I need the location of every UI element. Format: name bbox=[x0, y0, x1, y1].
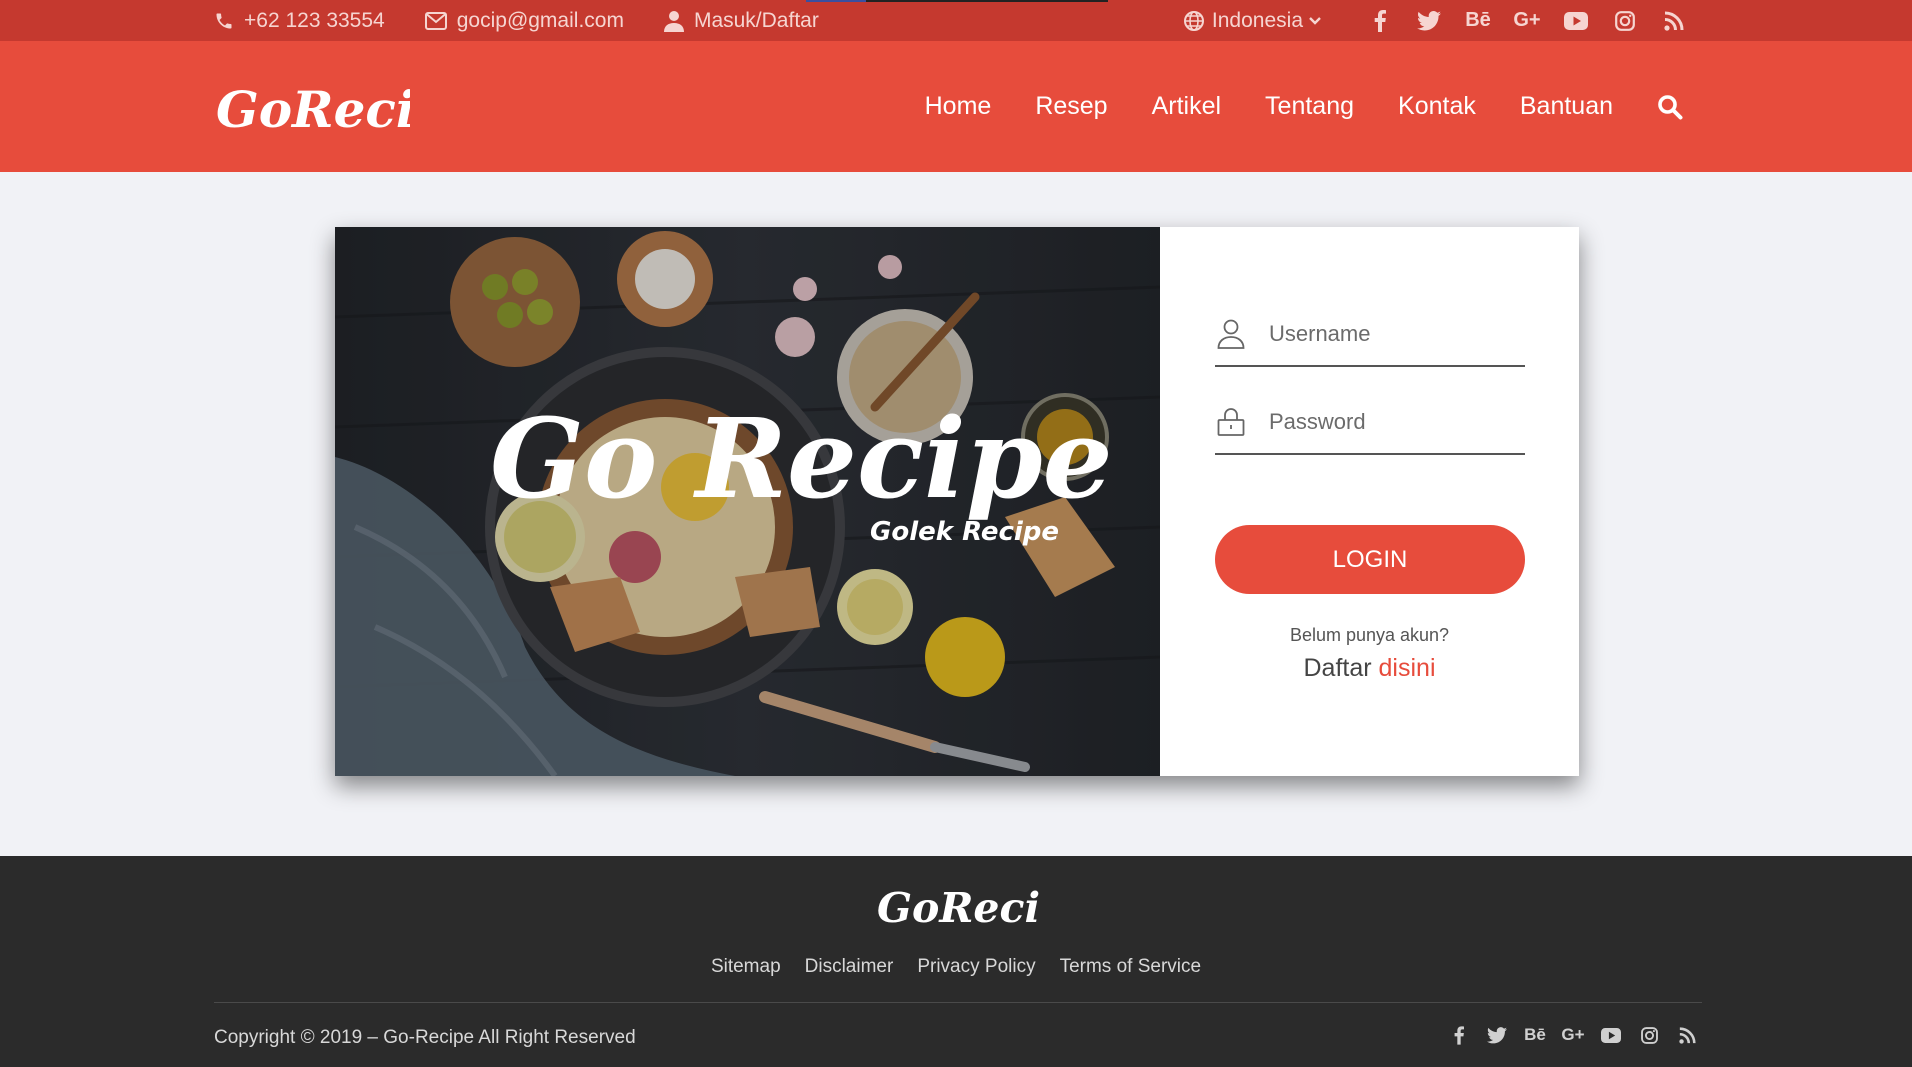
password-field bbox=[1215, 391, 1525, 455]
footer-link-disclaimer[interactable]: Disclaimer bbox=[805, 956, 894, 978]
main-navbar: GoRecipe Home Resep Artikel Tentang Kont… bbox=[0, 41, 1912, 172]
language-label: Indonesia bbox=[1211, 8, 1303, 32]
email-address: gocip@gmail.com bbox=[456, 8, 624, 32]
register-prefix: Daftar bbox=[1303, 654, 1372, 682]
footer-link-terms[interactable]: Terms of Service bbox=[1060, 956, 1201, 978]
phone-number: +62 123 33554 bbox=[244, 8, 385, 32]
password-input[interactable] bbox=[1269, 409, 1509, 435]
username-field bbox=[1215, 303, 1525, 367]
login-form: LOGIN Belum punya akun? Daftar disini bbox=[1160, 227, 1579, 776]
footer-social-links: Bē G+ bbox=[1432, 1024, 1698, 1046]
nav-tentang[interactable]: Tentang bbox=[1265, 92, 1354, 121]
footer-logo[interactable]: GoRecipe bbox=[876, 878, 1041, 934]
behance-icon[interactable]: Bē bbox=[1524, 1024, 1546, 1046]
logo-text: GoRecipe bbox=[216, 80, 410, 139]
social-links: Bē G+ bbox=[1343, 9, 1686, 33]
copyright: Copyright © 2019 – Go-Recipe All Right R… bbox=[214, 1027, 636, 1048]
youtube-icon[interactable] bbox=[1600, 1024, 1622, 1046]
phone-link[interactable]: +62 123 33554 bbox=[214, 9, 385, 33]
account-link[interactable]: Masuk/Daftar bbox=[663, 8, 819, 33]
chevron-down-icon bbox=[1309, 16, 1321, 25]
no-account-text: Belum punya akun? bbox=[1289, 625, 1450, 645]
instagram-icon[interactable] bbox=[1613, 9, 1637, 33]
globe-icon bbox=[1183, 10, 1204, 31]
google-plus-icon[interactable]: G+ bbox=[1513, 9, 1540, 33]
footer: GoRecipe Sitemap Disclaimer Privacy Poli… bbox=[0, 856, 1912, 1067]
instagram-icon[interactable] bbox=[1638, 1024, 1660, 1046]
food-photo: Go Recipe Golek Recipe bbox=[335, 227, 1160, 776]
facebook-icon[interactable] bbox=[1368, 9, 1392, 33]
email-link[interactable]: gocip@gmail.com bbox=[424, 8, 624, 33]
google-plus-icon[interactable]: G+ bbox=[1561, 1024, 1584, 1046]
footer-link-privacy[interactable]: Privacy Policy bbox=[917, 956, 1035, 978]
login-button[interactable]: LOGIN bbox=[1215, 525, 1525, 594]
top-bar: +62 123 33554 gocip@gmail.com Masuk/Daft… bbox=[0, 0, 1912, 41]
footer-logo-text: GoRecipe bbox=[877, 884, 1041, 932]
rss-icon[interactable] bbox=[1662, 9, 1686, 33]
rss-icon[interactable] bbox=[1676, 1024, 1698, 1046]
hero-image: Go Recipe Golek Recipe bbox=[335, 227, 1160, 776]
hero-title: Go Recipe bbox=[490, 394, 1113, 523]
topbar-right: Indonesia Bē G+ bbox=[1183, 0, 1686, 41]
twitter-icon[interactable] bbox=[1486, 1024, 1508, 1046]
behance-icon[interactable]: Bē bbox=[1465, 9, 1491, 33]
user-outline-icon bbox=[1217, 319, 1245, 349]
register-line: Daftar disini bbox=[1160, 654, 1579, 683]
footer-divider bbox=[214, 1002, 1702, 1003]
account-label: Masuk/Daftar bbox=[693, 8, 819, 32]
lock-icon bbox=[1217, 408, 1245, 436]
language-selector[interactable]: Indonesia bbox=[1183, 8, 1321, 33]
username-input[interactable] bbox=[1269, 321, 1509, 347]
nav-kontak[interactable]: Kontak bbox=[1398, 92, 1476, 121]
hero-subtitle: Golek Recipe bbox=[870, 517, 1059, 547]
nav-resep[interactable]: Resep bbox=[1035, 92, 1107, 121]
nav-bantuan[interactable]: Bantuan bbox=[1520, 92, 1613, 121]
search-icon[interactable] bbox=[1657, 94, 1683, 120]
user-icon bbox=[663, 10, 684, 32]
login-card: Go Recipe Golek Recipe LOGIN Belum punya… bbox=[335, 227, 1579, 776]
contact-info: +62 123 33554 gocip@gmail.com Masuk/Daft… bbox=[214, 0, 859, 41]
register-link[interactable]: disini bbox=[1379, 654, 1436, 682]
facebook-icon[interactable] bbox=[1448, 1024, 1470, 1046]
footer-links: Sitemap Disclaimer Privacy Policy Terms … bbox=[0, 956, 1912, 978]
nav-artikel[interactable]: Artikel bbox=[1152, 92, 1221, 121]
envelope-icon bbox=[424, 11, 447, 30]
phone-icon bbox=[216, 13, 232, 28]
footer-link-sitemap[interactable]: Sitemap bbox=[711, 956, 781, 978]
gorecipe-logo[interactable]: GoRecipe bbox=[214, 73, 410, 143]
main-nav: Home Resep Artikel Tentang Kontak Bantua… bbox=[881, 41, 1683, 172]
twitter-icon[interactable] bbox=[1417, 9, 1441, 33]
nav-home[interactable]: Home bbox=[925, 92, 992, 121]
youtube-icon[interactable] bbox=[1564, 9, 1588, 33]
